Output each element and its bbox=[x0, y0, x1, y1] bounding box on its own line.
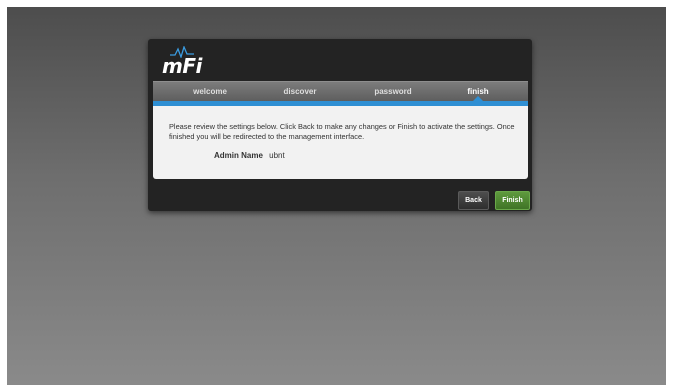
logo-text: mFi bbox=[162, 54, 202, 78]
back-button[interactable]: Back bbox=[458, 191, 489, 210]
wizard-steps: welcome discover password finish bbox=[153, 81, 528, 101]
mfi-logo: mFi bbox=[162, 46, 202, 78]
finish-button[interactable]: Finish bbox=[495, 191, 530, 210]
review-instructions: Please review the settings below. Click … bbox=[169, 122, 515, 141]
setup-wizard-dialog: mFi welcome discover password finish Ple… bbox=[148, 39, 532, 211]
tab-password[interactable]: password bbox=[353, 82, 433, 101]
desktop-background: mFi welcome discover password finish Ple… bbox=[7, 7, 666, 385]
admin-name-value: ubnt bbox=[269, 151, 285, 160]
admin-name-label: Admin Name bbox=[214, 151, 263, 160]
tab-welcome[interactable]: welcome bbox=[170, 82, 250, 101]
wizard-content: Please review the settings below. Click … bbox=[153, 106, 528, 179]
tab-discover[interactable]: discover bbox=[260, 82, 340, 101]
admin-name-row: Admin Name ubnt bbox=[214, 151, 285, 161]
